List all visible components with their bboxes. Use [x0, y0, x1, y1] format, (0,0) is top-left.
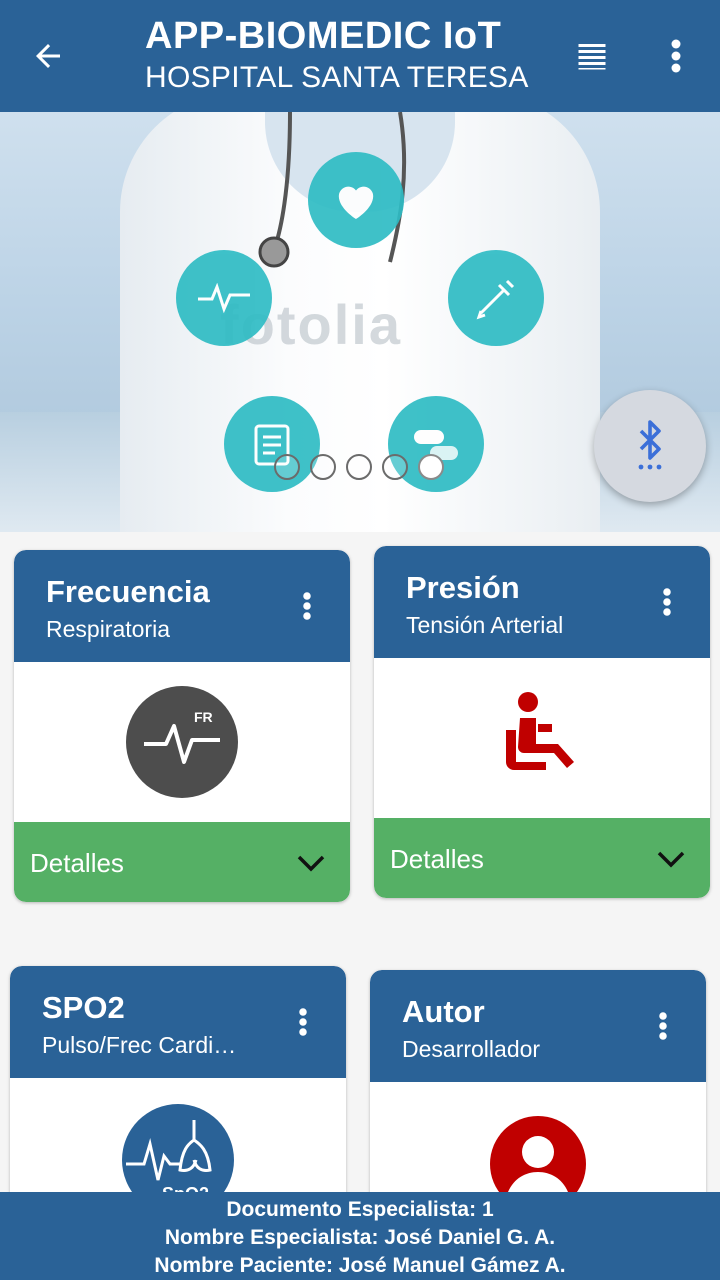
card-header: Presión Tensión Arterial [374, 546, 710, 658]
overflow-menu-button[interactable] [656, 34, 696, 78]
specialist-info-bar: Documento Especialista: 1 Nombre Especia… [0, 1192, 720, 1280]
more-vert-icon [671, 39, 681, 73]
card-body [374, 658, 710, 818]
details-label: Detalles [30, 848, 124, 878]
specialist-document: Documento Especialista: 1 [226, 1198, 494, 1221]
app-subtitle: HOSPITAL SANTA TERESA [145, 61, 529, 94]
card-presion[interactable]: Presión Tensión Arterial Detalles [374, 546, 710, 898]
heart-icon [308, 152, 404, 248]
card-menu-button[interactable] [288, 1002, 318, 1042]
card-subtitle: Tensión Arterial [406, 612, 564, 638]
card-body: FR [14, 662, 350, 822]
details-label: Detalles [390, 844, 484, 874]
patient-name: Nombre Paciente: José Manuel Gámez A. [154, 1254, 566, 1277]
carousel-dot[interactable] [382, 454, 408, 480]
carousel-indicators [274, 454, 444, 480]
fr-label: FR [194, 709, 213, 725]
title-block: APP-BIOMEDIC IoT HOSPITAL SANTA TERESA [145, 14, 529, 98]
arrow-back-icon [36, 44, 60, 68]
chevron-down-icon [657, 851, 685, 868]
card-title: Autor [402, 994, 485, 1029]
expand-button[interactable] [654, 842, 688, 876]
card-title: Frecuencia [46, 574, 210, 609]
chevron-down-icon [297, 855, 325, 872]
card-header: Autor Desarrollador [370, 970, 706, 1082]
details-bar[interactable]: Detalles [374, 818, 710, 898]
list-view-icon [578, 44, 606, 70]
carousel-dot[interactable] [310, 454, 336, 480]
syringe-icon [448, 250, 544, 346]
carousel-dot[interactable] [346, 454, 372, 480]
card-header: Frecuencia Respiratoria [14, 550, 350, 662]
details-bar[interactable]: Detalles [14, 822, 350, 902]
more-vert-icon [303, 592, 311, 620]
card-subtitle: Respiratoria [46, 616, 170, 642]
expand-button[interactable] [294, 846, 328, 880]
more-vert-icon [299, 1008, 307, 1036]
carousel-dot-active[interactable] [418, 454, 444, 480]
card-menu-button[interactable] [652, 582, 682, 622]
back-button[interactable] [26, 34, 70, 78]
card-subtitle: Desarrollador [402, 1036, 541, 1062]
seated-person-icon [506, 692, 574, 770]
bluetooth-button[interactable] [594, 390, 706, 502]
app-title: APP-BIOMEDIC IoT [145, 15, 502, 57]
card-frecuencia[interactable]: Frecuencia Respiratoria FR Detalles [14, 550, 350, 902]
card-subtitle: Pulso/Frec Cardi… [42, 1032, 237, 1058]
list-view-button[interactable] [570, 34, 614, 78]
card-header: SPO2 Pulso/Frec Cardi… [10, 966, 346, 1078]
card-menu-button[interactable] [292, 586, 322, 626]
respiratory-rate-icon: FR [126, 686, 238, 798]
app-bar: APP-BIOMEDIC IoT HOSPITAL SANTA TERESA [0, 0, 720, 112]
more-vert-icon [659, 1012, 667, 1040]
card-menu-button[interactable] [648, 1006, 678, 1046]
specialist-name: Nombre Especialista: José Daniel G. A. [164, 1226, 556, 1249]
card-title: SPO2 [42, 990, 125, 1025]
ecg-icon [176, 250, 272, 346]
carousel-dot[interactable] [274, 454, 300, 480]
bluetooth-searching-icon [638, 420, 662, 470]
card-title: Presión [406, 570, 520, 605]
more-vert-icon [663, 588, 671, 616]
